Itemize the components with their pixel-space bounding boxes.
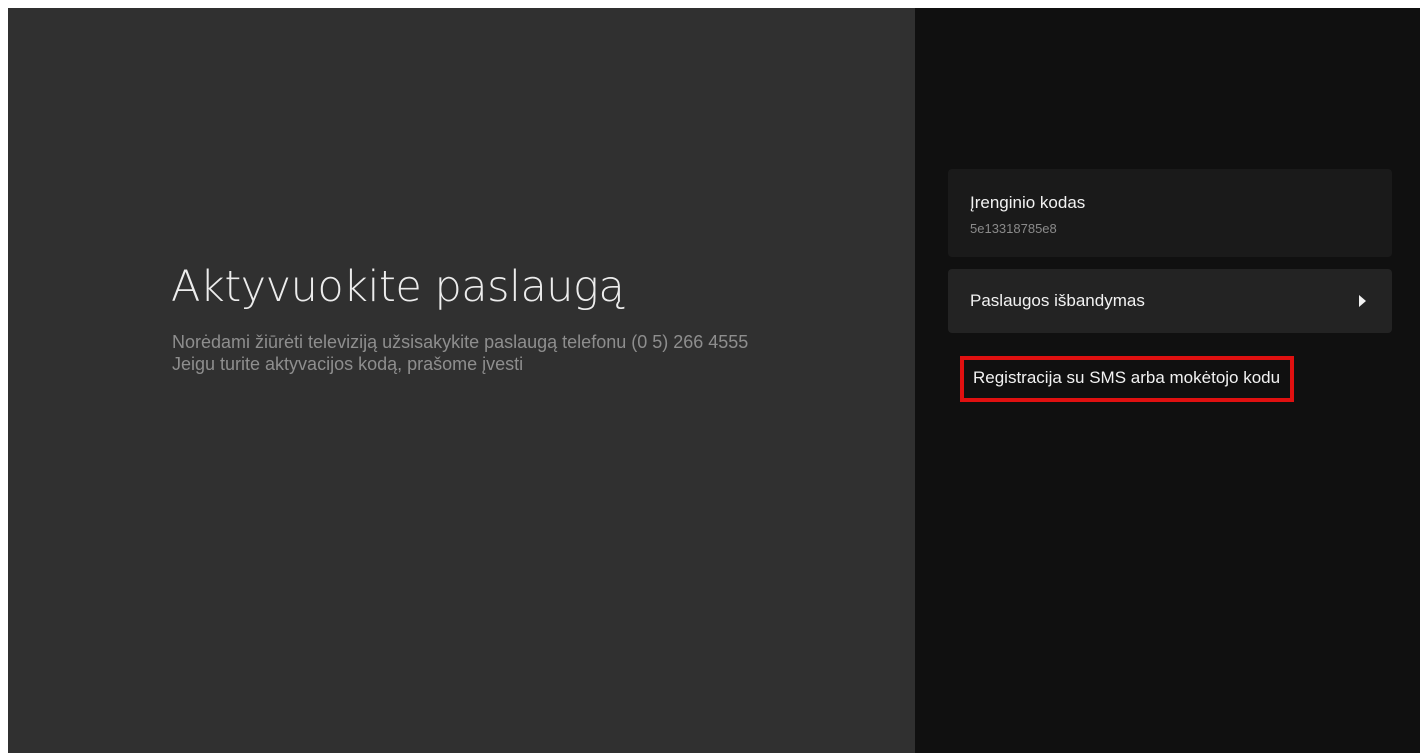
device-code-value: 5e13318785e8 — [970, 221, 1057, 236]
options-panel: Įrenginio kodas 5e13318785e8 Paslaugos i… — [915, 8, 1420, 753]
sms-registration-label: Registracija su SMS arba mokėtojo kodu — [973, 368, 1281, 387]
description-line-2: Jeigu turite aktyvacijos kodą, prašome į… — [172, 354, 524, 374]
page-title: Aktyvuokite paslaugą — [171, 262, 625, 312]
description-line-1: Norėdami žiūrėti televiziją užsisakykite… — [172, 332, 749, 352]
page-description: Norėdami žiūrėti televiziją užsisakykite… — [172, 331, 748, 375]
trial-label: Paslaugos išbandymas — [970, 291, 1145, 310]
trial-button[interactable]: Paslaugos išbandymas — [948, 269, 1392, 333]
chevron-right-icon — [1359, 295, 1366, 307]
device-code-card: Įrenginio kodas 5e13318785e8 — [948, 169, 1392, 257]
device-code-label: Įrenginio kodas — [970, 193, 1086, 212]
sms-registration-button[interactable]: Registracija su SMS arba mokėtojo kodu — [960, 356, 1295, 402]
info-panel: Aktyvuokite paslaugą Norėdami žiūrėti te… — [8, 8, 915, 753]
activation-screen: Aktyvuokite paslaugą Norėdami žiūrėti te… — [8, 8, 1420, 753]
